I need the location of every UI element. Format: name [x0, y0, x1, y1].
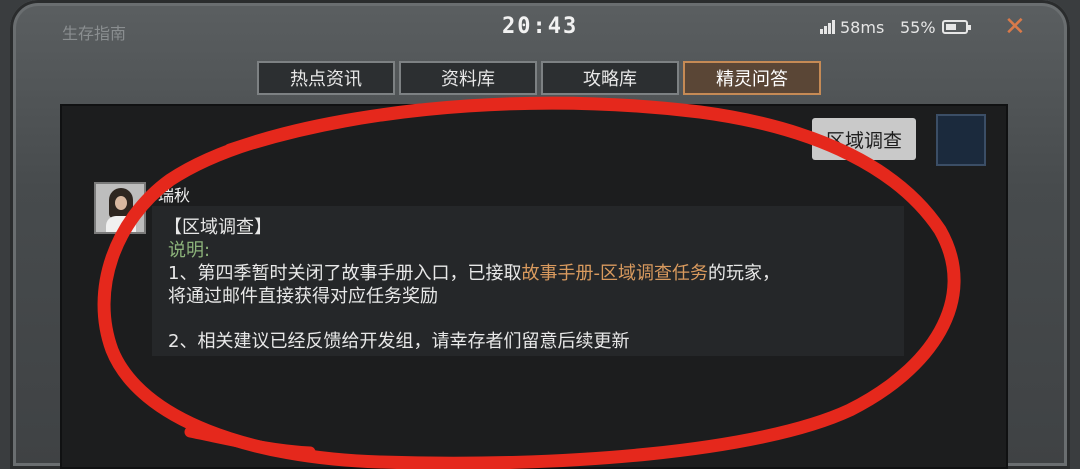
message-line-1: 1、第四季暂时关闭了故事手册入口，已接取故事手册-区域调查任务的玩家，	[168, 263, 780, 284]
message-bubble: 【区域调查】 说明: 1、第四季暂时关闭了故事手册入口，已接取故事手册-区域调查…	[152, 206, 904, 356]
message-line-3: 2、相关建议已经反馈给开发组，请幸存者们留意后续更新	[168, 331, 630, 352]
region-icon[interactable]	[936, 114, 986, 166]
close-icon[interactable]: ✕	[1004, 14, 1026, 40]
battery-icon	[942, 20, 971, 34]
app-title: 生存指南	[62, 24, 127, 43]
tab-guides[interactable]: 攻略库	[541, 61, 679, 95]
avatar	[94, 182, 146, 234]
tab-bar: 热点资讯 资料库 攻略库 精灵问答	[257, 61, 821, 95]
ping-text: 58ms	[840, 18, 885, 37]
tab-database[interactable]: 资料库	[399, 61, 537, 95]
highlight-text: 故事手册-区域调查任务	[521, 263, 708, 284]
tab-sprite-qa[interactable]: 精灵问答	[683, 61, 821, 95]
battery-percent: 55%	[900, 18, 936, 37]
message-title: 【区域调查】	[164, 217, 272, 238]
message-line-2: 将通过邮件直接获得对应任务奖励	[168, 286, 438, 307]
clock: 20:43	[502, 14, 579, 39]
sender-name: 瑞秋	[158, 186, 191, 205]
tab-hot-news[interactable]: 热点资讯	[257, 61, 395, 95]
region-tag[interactable]: 区域调查	[812, 118, 917, 160]
signal-icon	[820, 20, 838, 34]
message-label: 说明:	[168, 240, 211, 261]
